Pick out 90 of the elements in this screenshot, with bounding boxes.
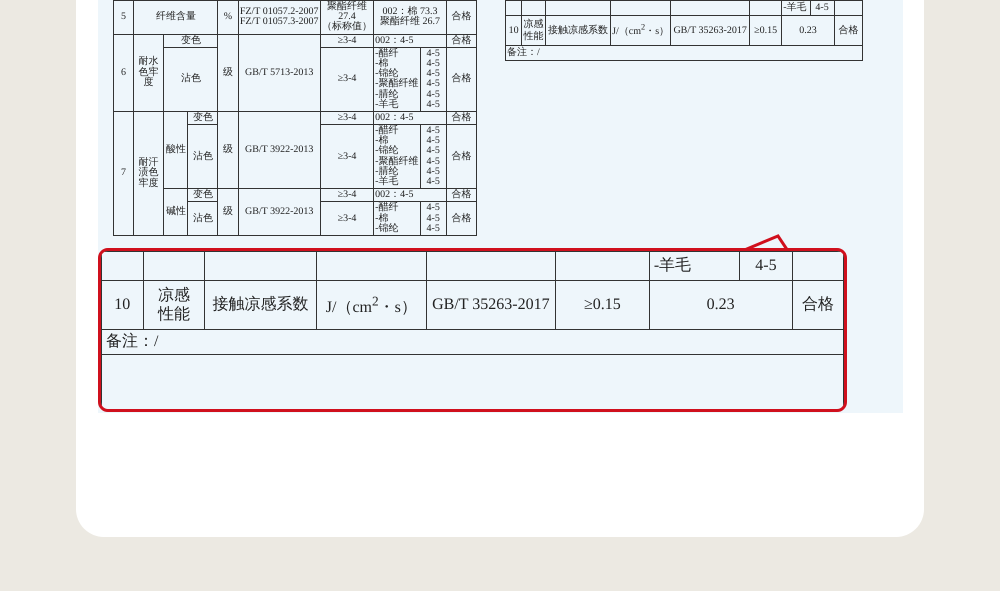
cell-text: 4-5	[426, 214, 440, 224]
table-cell: ≥3-4	[320, 34, 374, 48]
table-cell: GB/T 35263-2017	[670, 16, 750, 46]
cell-text: -羊毛	[375, 177, 398, 188]
table-cell: GB/T 3922-2013	[238, 188, 320, 236]
cell-text: -锦纶	[375, 224, 398, 234]
cell-text: 4-5	[426, 126, 440, 136]
table-cell: GB/T 3922-2013	[238, 111, 320, 189]
table-cell: GB/T 35263-2017	[426, 280, 556, 330]
cell-text: -羊毛	[375, 100, 398, 110]
table-cell: ≥3-4	[320, 124, 374, 189]
cell-text: 4-5	[426, 90, 440, 100]
table-cell: 5	[114, 0, 134, 34]
cell-text: -锦纶	[375, 146, 398, 156]
table-cell: ≥3-4	[320, 47, 374, 112]
table-cell: 凉感性能	[143, 280, 205, 330]
table-cell: ≥3-4	[320, 202, 374, 236]
table-cell: 合格	[792, 280, 844, 330]
cell-text: -腈纶	[375, 166, 398, 177]
table-cell: 级	[218, 188, 238, 236]
table-cell: 级	[218, 111, 238, 189]
table-cell: 备注：/	[506, 46, 862, 60]
table-cell: 耐水色牢度	[134, 34, 164, 112]
cell-text: -聚酯纤维	[375, 156, 418, 167]
table-cell: 合格	[446, 202, 476, 236]
table-cell: 接触凉感系数	[546, 16, 610, 46]
cell-text: 4-5	[426, 79, 440, 90]
cell-text: 4-5	[426, 156, 440, 167]
table-cell: 纤维含量	[134, 0, 218, 34]
cell-text: -腈纶	[375, 90, 398, 100]
table-cell: 10	[506, 16, 522, 46]
table-cell: 4-5	[740, 252, 792, 280]
table-cell: 接触凉感系数	[204, 280, 316, 330]
cell-text: FZ/T 01057.3-2007	[240, 17, 319, 28]
cell-text: -棉	[375, 214, 388, 224]
table-cell: 凉感性能	[522, 16, 546, 46]
cell-text: 4-5	[426, 136, 440, 146]
table-cell: 合格	[446, 124, 476, 189]
table-cell: GB/T 5713-2013	[238, 34, 320, 112]
table-cell: 合格	[446, 34, 476, 48]
cell-text: 4-5	[426, 146, 440, 157]
table-cell: 合格	[446, 188, 476, 202]
table-cell: 002：4-5	[374, 188, 446, 202]
cell-text: （标称值）	[322, 22, 372, 33]
table-cell: 级	[218, 34, 238, 112]
table-cell: 碱性	[164, 188, 188, 236]
table-cell: 002：4-5	[374, 34, 446, 48]
table-cell: -羊毛	[649, 252, 740, 280]
cell-text: -棉	[375, 58, 388, 69]
cell-text: 4-5	[426, 69, 440, 80]
cell-text: 4-5	[426, 166, 440, 177]
cell-text: 4-5	[426, 58, 440, 69]
table-cell: ≥3-4	[320, 188, 374, 202]
table-cell: 6	[114, 34, 134, 112]
cell-text: 27.4	[338, 12, 356, 22]
cell-text: -醋纤	[375, 203, 398, 214]
table-cell: 10	[102, 280, 144, 330]
table-cell: 合格	[446, 111, 476, 125]
table-cell: 变色	[164, 34, 218, 48]
cell-text: -聚酯纤维	[375, 79, 418, 90]
table-cell: 酸性	[164, 111, 188, 189]
table-cell: 变色	[188, 188, 218, 202]
table-cell: 合格	[446, 0, 476, 34]
cell-text: 4-5	[426, 224, 440, 234]
table-cell: 7	[114, 111, 134, 236]
cell-text: 4-5	[426, 203, 440, 214]
table-cell: ≥0.15	[555, 280, 650, 330]
table-cell: 0.23	[782, 16, 834, 46]
table-cell: 合格	[446, 47, 476, 112]
table-cell: 002：4-5	[374, 111, 446, 125]
cell-text: 4-5	[426, 100, 440, 110]
table-cell: ≥3-4	[320, 111, 374, 125]
table-cell: J/（cm$^{2}$・s）	[316, 280, 426, 330]
table-cell: ≥0.15	[750, 16, 782, 46]
cell-text: 聚酯纤维	[327, 2, 367, 12]
table-cell: 4-5	[810, 0, 834, 16]
cell-text: 聚酯纤维 26.7	[380, 17, 440, 28]
cell-text: -棉	[375, 136, 388, 146]
table-cell: J/（cm$^{2}$・s）	[610, 16, 671, 46]
table-cell: 合格	[834, 16, 862, 46]
cell-text: -醋纤	[375, 48, 398, 59]
table-cell: 备注：/	[102, 330, 844, 354]
cell-text: 4-5	[426, 48, 440, 59]
cell-text: 4-5	[426, 177, 440, 188]
table-cell: 变色	[188, 111, 218, 125]
table-cell: %	[218, 0, 238, 34]
table-cell: 0.23	[649, 280, 792, 330]
table-cell: -羊毛	[782, 0, 810, 16]
cell-text: FZ/T 01057.2-2007	[240, 7, 319, 18]
table-cell: 耐汗渍色牢度	[134, 111, 164, 236]
